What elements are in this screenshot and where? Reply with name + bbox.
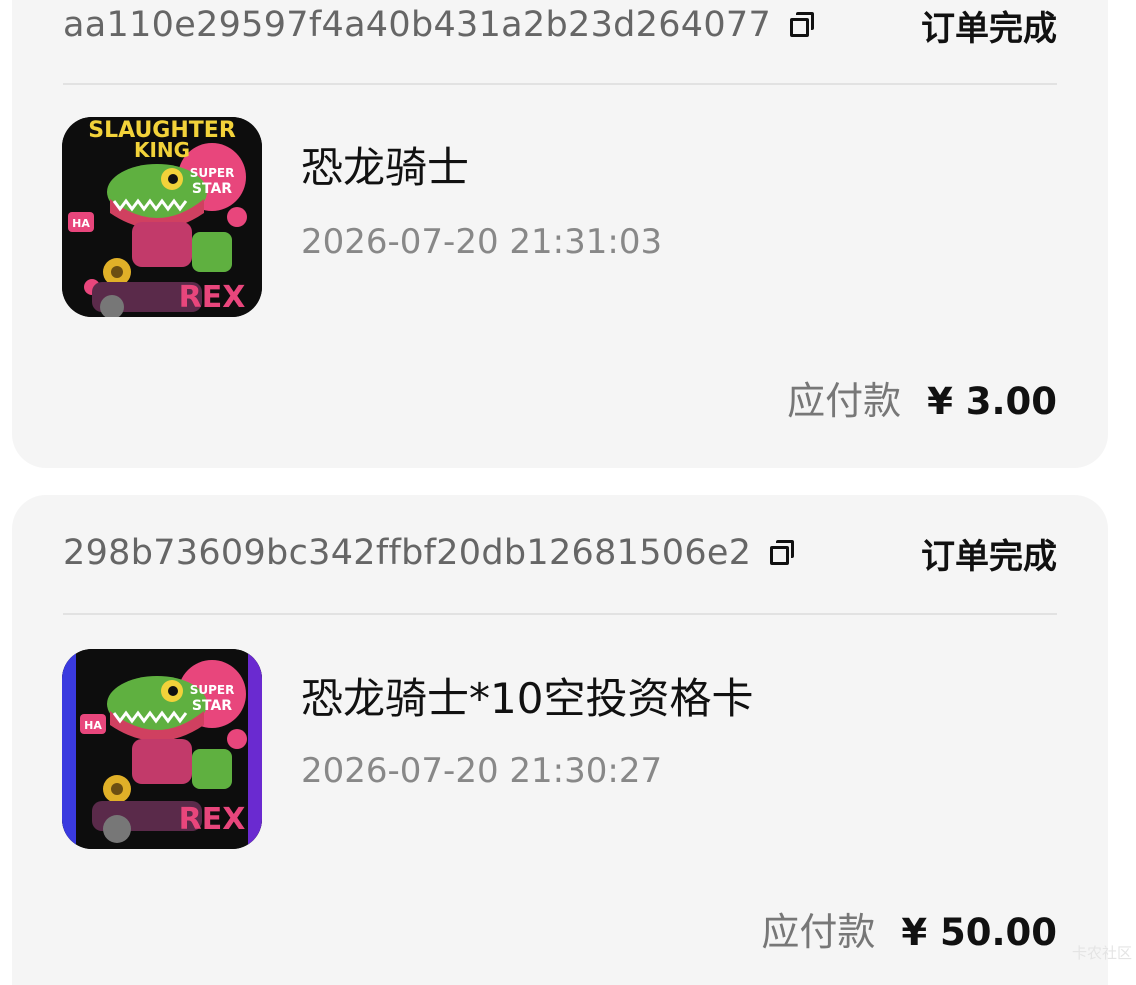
divider [63,613,1057,615]
order-id: 298b73609bc342ffbf20db12681506e2 [63,533,752,573]
product-name[interactable]: 恐龙骑士 [301,134,469,195]
order-status: 订单完成 [921,8,1057,49]
dinosaur-rider-image: SLAUGHTER KING HA SUPER STAR REX [62,117,262,317]
svg-text:HA: HA [72,217,90,230]
product-name[interactable]: 恐龙骑士*10空投资格卡 [301,665,753,726]
price-label: 应付款 [787,379,902,423]
order-id: aa110e29597f4a40b431a2b23d264077 [63,5,772,45]
order-id-group: aa110e29597f4a40b431a2b23d264077 [63,5,819,45]
order-card[interactable]: 298b73609bc342ffbf20db12681506e2 订单完成 HA… [12,495,1108,985]
svg-text:REX: REX [179,280,246,315]
dinosaur-rider-image: HA SUPER STAR REX [62,649,262,849]
svg-text:REX: REX [179,802,246,837]
order-time: 2026-07-20 21:31:03 [301,222,663,262]
price-row: 应付款 ¥ 50.00 [761,901,1057,956]
svg-text:SUPER: SUPER [190,683,235,697]
svg-text:STAR: STAR [192,181,232,197]
copy-icon[interactable] [769,538,799,568]
order-list-page: aa110e29597f4a40b431a2b23d264077 订单完成 SL… [0,0,1136,985]
svg-text:KING: KING [134,138,190,162]
price-row: 应付款 ¥ 3.00 [787,370,1057,425]
svg-text:HA: HA [84,719,102,732]
order-time: 2026-07-20 21:30:27 [301,751,663,791]
order-header: aa110e29597f4a40b431a2b23d264077 订单完成 [63,0,1057,55]
product-thumbnail[interactable]: HA SUPER STAR REX [62,649,262,849]
divider [63,83,1057,85]
price-value: ¥ 3.00 [927,380,1057,423]
svg-text:SUPER: SUPER [190,166,235,180]
copy-icon[interactable] [789,10,819,40]
order-id-group: 298b73609bc342ffbf20db12681506e2 [63,533,799,573]
price-label: 应付款 [761,910,876,954]
svg-text:STAR: STAR [192,698,232,714]
price-value: ¥ 50.00 [901,911,1057,954]
order-status: 订单完成 [921,536,1057,577]
product-thumbnail[interactable]: SLAUGHTER KING HA SUPER STAR REX [62,117,262,317]
watermark: 卡农社区 [1071,944,1132,962]
order-header: 298b73609bc342ffbf20db12681506e2 订单完成 [63,523,1057,583]
order-card[interactable]: aa110e29597f4a40b431a2b23d264077 订单完成 SL… [12,0,1108,468]
